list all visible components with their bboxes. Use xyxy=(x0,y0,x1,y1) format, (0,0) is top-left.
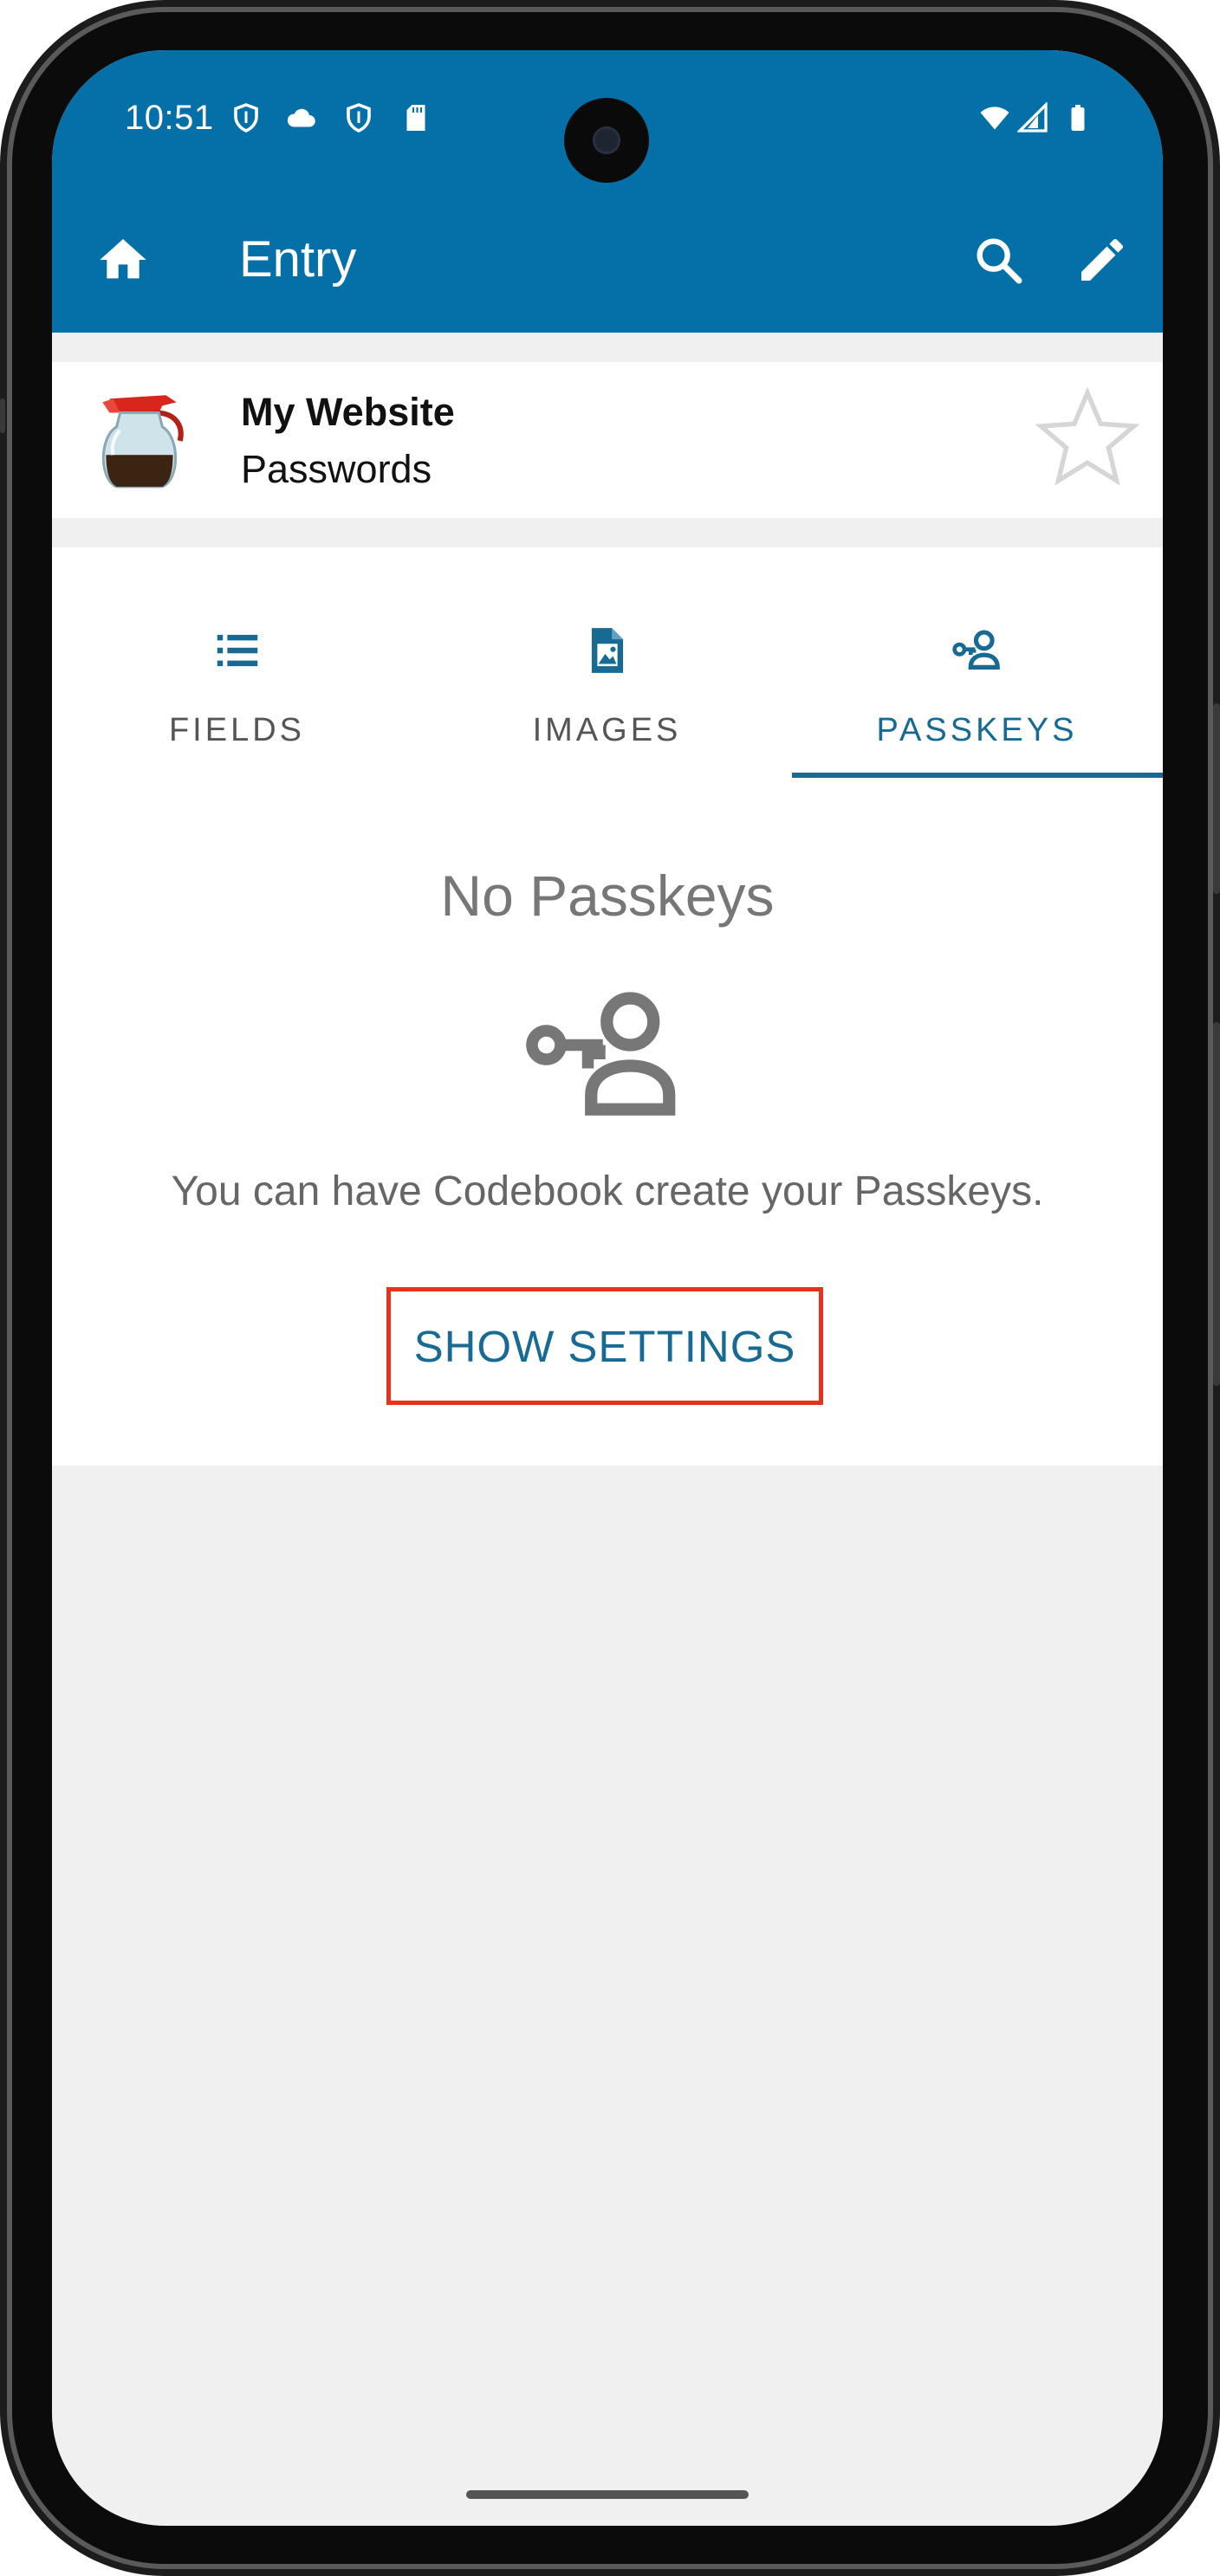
status-time: 10:51 xyxy=(125,99,214,137)
divider-strip xyxy=(52,518,1163,547)
image-file-icon xyxy=(591,628,624,673)
sd-card-icon xyxy=(406,105,425,131)
entry-title: My Website xyxy=(241,390,455,434)
empty-state-description: You can have Codebook create your Passke… xyxy=(171,1168,1044,1214)
tab-images[interactable]: IMAGES xyxy=(422,547,792,781)
empty-state-title: No Passkeys xyxy=(440,864,775,928)
divider-strip xyxy=(52,333,1163,362)
shield-icon xyxy=(234,103,258,133)
list-icon xyxy=(217,634,258,667)
edit-icon[interactable] xyxy=(1074,232,1130,288)
front-camera xyxy=(564,98,649,183)
tab-label: PASSKEYS xyxy=(876,712,1078,748)
volume-button xyxy=(1213,1022,1220,1386)
star-outline-icon[interactable] xyxy=(1031,381,1144,494)
power-button xyxy=(1213,703,1220,894)
page-title: Entry xyxy=(239,231,357,288)
cloud-icon xyxy=(287,108,315,127)
camera-lens xyxy=(593,126,620,154)
side-notch-left xyxy=(0,398,5,433)
app-bar: 10:51 Entry xyxy=(52,50,1163,333)
home-indicator[interactable] xyxy=(466,2490,749,2499)
passkey-icon xyxy=(526,992,676,1116)
show-settings-button[interactable]: SHOW SETTINGS xyxy=(386,1287,823,1405)
shield-icon xyxy=(347,103,371,133)
tab-label: FIELDS xyxy=(168,712,306,748)
coffee-pot-icon xyxy=(101,395,184,489)
passkeys-empty-state: No Passkeys You can have Codebook create… xyxy=(52,781,1163,1466)
entry-header: My Website Passwords xyxy=(52,362,1163,518)
phone-frame: 10:51 Entry My Website Passwords FIELDS … xyxy=(0,0,1220,2576)
wifi-icon xyxy=(980,107,1009,130)
search-icon[interactable] xyxy=(970,232,1026,288)
passkey-icon xyxy=(952,630,1000,670)
tab-fields[interactable]: FIELDS xyxy=(52,547,422,781)
active-tab-indicator xyxy=(792,773,1163,778)
tab-passkeys[interactable]: PASSKEYS xyxy=(792,547,1162,781)
home-icon[interactable] xyxy=(95,232,151,288)
tab-bar: FIELDS IMAGES PASSKEYS xyxy=(52,547,1163,781)
battery-icon xyxy=(1071,105,1085,131)
screen: 10:51 Entry My Website Passwords FIELDS … xyxy=(52,50,1163,2526)
entry-subtitle: Passwords xyxy=(241,447,432,491)
cell-signal-icon xyxy=(1017,102,1048,133)
tab-label: IMAGES xyxy=(532,712,682,748)
